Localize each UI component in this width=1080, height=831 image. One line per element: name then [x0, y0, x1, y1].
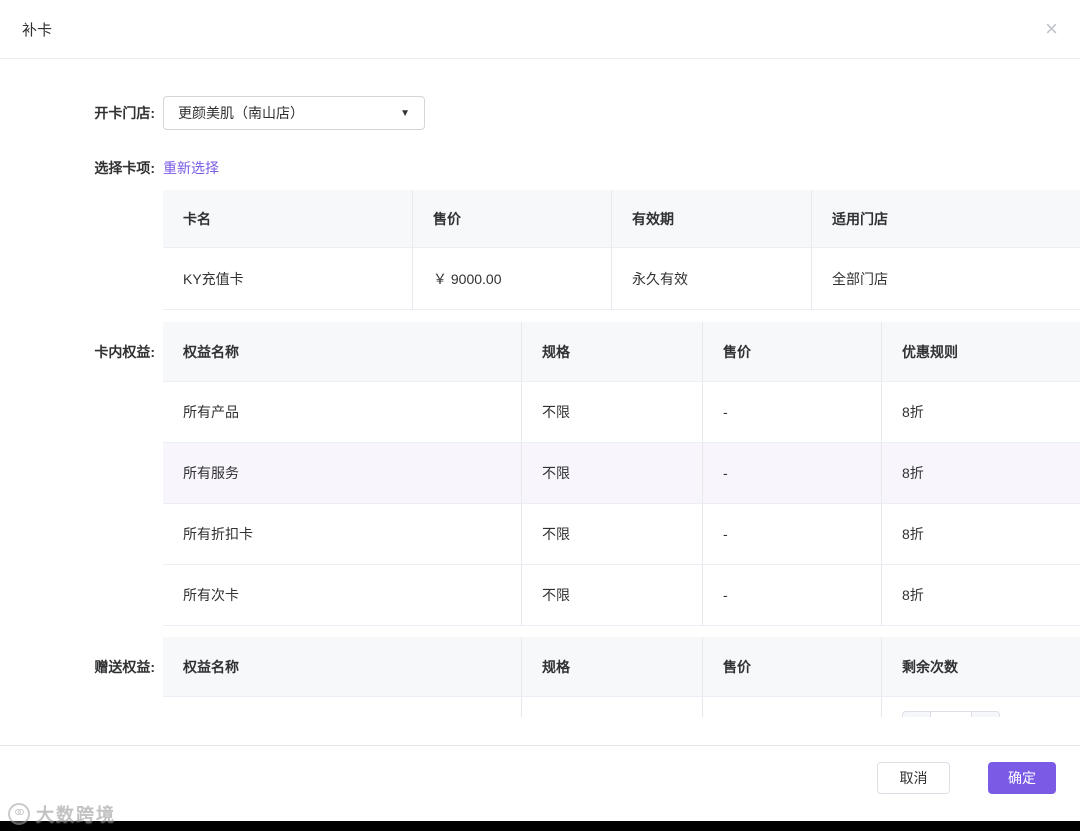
table-cell: - — [703, 504, 882, 564]
stepper-plus-button[interactable]: + — [971, 711, 1000, 717]
watermark-text: 大数跨境 — [36, 805, 116, 825]
table-cell: 所有折扣卡 — [163, 504, 522, 564]
gift-benefits-form-row: 赠送权益: 权益名称 规格 售价 剩余次数 — [0, 637, 1080, 717]
table-cell: ￥ 9000.00 — [413, 248, 612, 309]
table-cell: - — [703, 565, 882, 625]
table-cell: 永久有效 — [612, 248, 812, 309]
table-row: − + — [163, 697, 1080, 717]
cancel-button[interactable]: 取消 — [877, 762, 950, 794]
table-row: 所有次卡 不限 - 8折 — [163, 565, 1080, 626]
stepper-minus-button[interactable]: − — [902, 711, 931, 717]
table-cell: 8折 — [902, 404, 924, 420]
table-cell: 不限 — [522, 443, 703, 503]
table-row-highlighted: 所有服务 不限 - 8折 — [163, 443, 1080, 504]
table-cell: − + — [882, 697, 1080, 717]
table-cell: 不限 — [522, 382, 703, 442]
table-cell: 不限 — [522, 565, 703, 625]
table-cell — [163, 697, 522, 717]
dialog-title: 补卡 — [22, 21, 53, 39]
column-header: 卡名 — [163, 190, 413, 247]
store-select[interactable]: 更颜美肌（南山店） ▼ — [163, 96, 425, 130]
table-cell: 所有次卡 — [163, 565, 522, 625]
table-row: 所有产品 不限 - 8折 — [163, 382, 1080, 443]
card-select-label: 选择卡项: — [94, 160, 155, 176]
reissue-card-dialog: 补卡 × 开卡门店: 更颜美肌（南山店） ▼ 选择卡项: 重新选择 卡名 售价 … — [0, 0, 1080, 831]
table-cell: 全部门店 — [832, 270, 888, 287]
watermark: 大数跨境 — [8, 801, 116, 827]
table-cell: - — [703, 443, 882, 503]
table-cell: 8折 — [902, 587, 924, 603]
card-table-header-row: 卡名 售价 有效期 适用门店 — [163, 190, 1080, 248]
column-header: 售价 — [703, 322, 882, 381]
table-cell — [703, 697, 882, 717]
store-label: 开卡门店: — [94, 105, 155, 121]
card-table: 卡名 售价 有效期 适用门店 KY充值卡 ￥ 9000.00 永久有效 全部门店 — [163, 190, 1080, 310]
bottom-black-bar — [0, 821, 1080, 831]
store-select-value: 更颜美肌（南山店） — [178, 105, 304, 121]
table-cell: 所有产品 — [163, 382, 522, 442]
store-form-row: 开卡门店: 更颜美肌（南山店） ▼ — [0, 96, 1080, 130]
column-header: 权益名称 — [163, 637, 522, 696]
close-icon[interactable]: × — [1045, 18, 1058, 40]
caret-down-icon: ▼ — [400, 107, 410, 119]
table-cell: 8折 — [902, 465, 924, 481]
column-header: 售价 — [703, 637, 882, 696]
column-header: 规格 — [522, 322, 703, 381]
benefits-table-header-row: 权益名称 规格 售价 优惠规则 — [163, 322, 1080, 382]
table-cell — [522, 697, 703, 717]
stepper-input[interactable] — [931, 711, 971, 717]
column-header: 权益名称 — [163, 322, 522, 381]
benefits-label: 卡内权益: — [94, 344, 155, 360]
dialog-footer: 取消 确定 — [0, 745, 1080, 831]
reselect-link[interactable]: 重新选择 — [163, 158, 219, 178]
remaining-count-stepper: − + — [902, 711, 1000, 717]
confirm-button[interactable]: 确定 — [988, 762, 1056, 794]
watermark-logo-icon — [8, 803, 30, 825]
benefits-form-row: 卡内权益: 权益名称 规格 售价 优惠规则 所有产品 不限 - 8折 所有服务 … — [0, 322, 1080, 637]
table-cell: - — [703, 382, 882, 442]
table-cell: KY充值卡 — [163, 248, 413, 309]
column-header: 规格 — [522, 637, 703, 696]
column-header: 优惠规则 — [902, 343, 958, 360]
table-row: KY充值卡 ￥ 9000.00 永久有效 全部门店 — [163, 248, 1080, 310]
gift-table-header-row: 权益名称 规格 售价 剩余次数 — [163, 637, 1080, 697]
column-header: 适用门店 — [832, 210, 888, 227]
table-cell: 所有服务 — [163, 443, 522, 503]
table-cell: 不限 — [522, 504, 703, 564]
benefits-table: 权益名称 规格 售价 优惠规则 所有产品 不限 - 8折 所有服务 不限 - 8… — [163, 322, 1080, 626]
dialog-header: 补卡 × — [0, 0, 1080, 59]
table-row: 所有折扣卡 不限 - 8折 — [163, 504, 1080, 565]
column-header: 剩余次数 — [902, 658, 958, 675]
card-select-form-row: 选择卡项: 重新选择 卡名 售价 有效期 适用门店 KY充值卡 ￥ 9000.0… — [0, 158, 1080, 322]
gift-benefits-table: 权益名称 规格 售价 剩余次数 − + — [163, 637, 1080, 717]
table-cell: 8折 — [902, 526, 924, 542]
dialog-body: 开卡门店: 更颜美肌（南山店） ▼ 选择卡项: 重新选择 卡名 售价 有效期 适… — [0, 59, 1080, 717]
column-header: 有效期 — [612, 190, 812, 247]
column-header: 售价 — [413, 190, 612, 247]
gift-benefits-label: 赠送权益: — [94, 659, 155, 675]
